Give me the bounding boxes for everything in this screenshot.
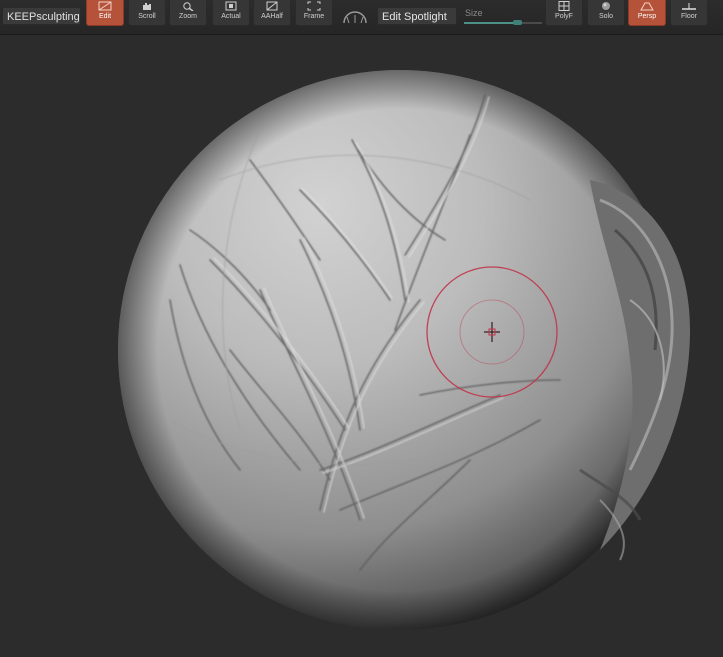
solo-icon [602, 2, 610, 10]
solo-label: Solo [598, 13, 613, 20]
persp-label: Persp [637, 13, 657, 20]
zoom-label: Zoom [179, 13, 197, 20]
frame-label: Frame [303, 13, 325, 20]
actual-label: Actual [221, 13, 241, 20]
size-slider-knob[interactable] [513, 20, 523, 25]
floor-button[interactable]: Floor [670, 0, 708, 26]
scroll-button[interactable]: Scroll [128, 0, 166, 26]
size-slider-track[interactable] [464, 22, 542, 24]
polyf-button[interactable]: PolyF [545, 0, 583, 26]
frame-icon [307, 1, 321, 11]
aahalf-label: AAHalf [261, 13, 283, 20]
floor-icon [682, 3, 696, 10]
gizmo-icon[interactable] [340, 8, 370, 26]
edit-label: Edit [98, 13, 112, 20]
scroll-label: Scroll [138, 13, 156, 20]
actual-icon [225, 1, 237, 11]
edit-button[interactable]: Edit [86, 0, 124, 26]
actual-button[interactable]: Actual [212, 0, 250, 26]
sculpt-canvas[interactable] [0, 35, 723, 657]
solo-button[interactable]: Solo [587, 0, 625, 26]
document-viewport[interactable] [0, 35, 723, 657]
polyf-label: PolyF [555, 13, 573, 20]
aahalf-button[interactable]: AAHalf [253, 0, 291, 26]
floor-label: Floor [681, 13, 697, 20]
edit-icon [98, 1, 112, 11]
persp-icon [640, 2, 654, 11]
zoom-icon [183, 2, 194, 11]
brush-preset-field[interactable]: KEEPsculpting [2, 7, 81, 25]
aahalf-icon [266, 1, 278, 11]
sculpt-mesh [118, 70, 690, 630]
zoom-button[interactable]: Zoom [169, 0, 207, 26]
size-label: Size [465, 8, 483, 18]
edit-spotlight-button[interactable]: Edit Spotlight [377, 7, 457, 25]
size-slider[interactable]: Size [462, 3, 544, 27]
frame-button[interactable]: Frame [295, 0, 333, 26]
persp-button[interactable]: Persp [628, 0, 666, 26]
scroll-icon [143, 3, 151, 10]
polyf-icon [558, 1, 570, 11]
top-toolbar: KEEPsculpting Edit Scroll Zoom Actual AA… [0, 0, 723, 35]
size-slider-fill [464, 22, 518, 24]
